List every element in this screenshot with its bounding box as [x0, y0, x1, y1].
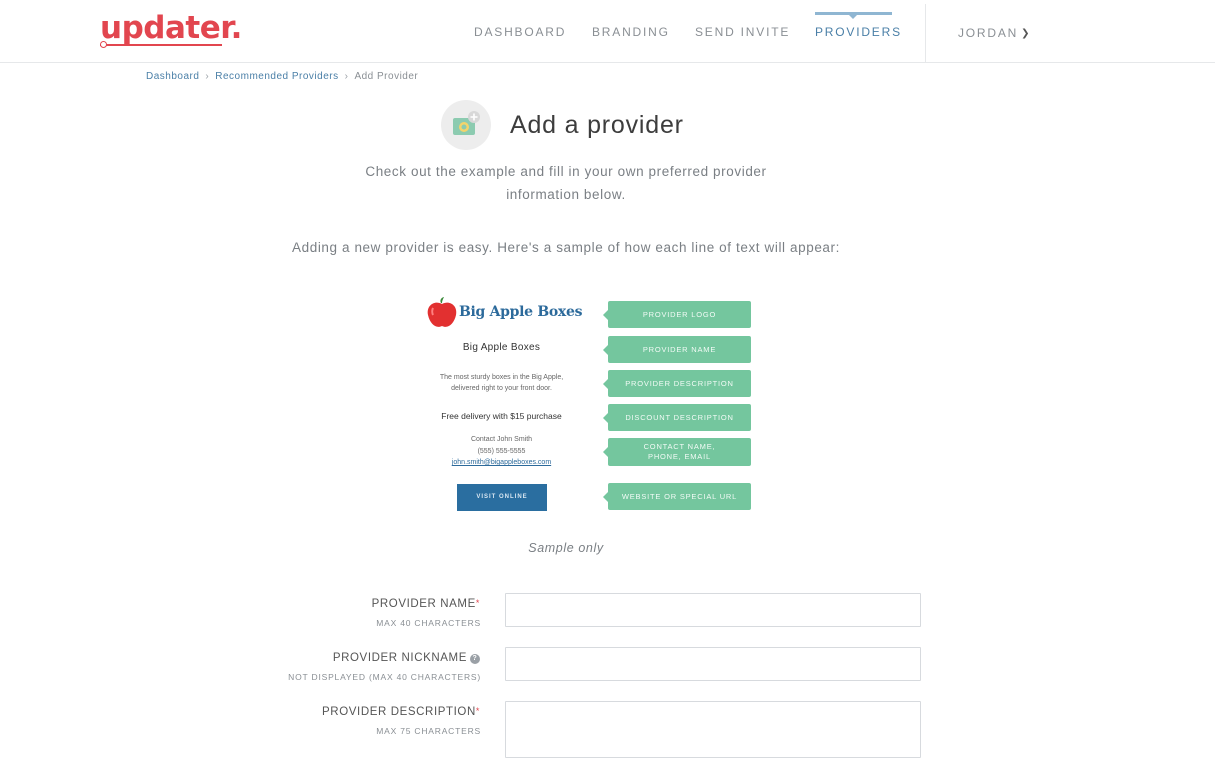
provider-nickname-label-text: PROVIDER NICKNAME — [332, 652, 467, 664]
page-title: Add a provider — [510, 111, 684, 139]
sample-description-line: The most sturdy boxes in the Big Apple, — [439, 374, 564, 381]
sample-discount: Free delivery with $15 purchase — [441, 411, 562, 421]
question-icon[interactable]: ? — [470, 654, 480, 664]
provider-name-hint: MAX 40 CHARACTERS — [376, 618, 481, 628]
provider-name-label: PROVIDER NAME* — [0, 598, 480, 610]
logo-underline — [100, 41, 222, 48]
tag-contact: CONTACT NAME, PHONE, EMAIL — [603, 438, 751, 466]
sample-description-line: delivered right to your front door. — [451, 385, 552, 392]
sample-brand-name: Big Apple Boxes — [459, 304, 583, 320]
breadcrumb-current: Add Provider — [354, 71, 419, 82]
breadcrumb: Dashboard › Recommended Providers › Add Prov… — [146, 71, 418, 82]
updater-logo[interactable]: updater. — [100, 10, 242, 46]
apple-icon — [427, 297, 457, 327]
required-marker: * — [475, 598, 480, 608]
user-menu[interactable]: JORDAN ❯ — [958, 26, 1031, 40]
sample-contact-phone: (555) 555-5555 — [477, 447, 526, 455]
nav-dashboard[interactable]: DASHBOARD — [474, 25, 566, 39]
provider-description-hint: MAX 75 CHARACTERS — [376, 726, 481, 736]
provider-description-textarea[interactable] — [505, 701, 921, 758]
sample-lead-text: Adding a new provider is easy. Here's a … — [292, 240, 840, 255]
sample-contact-name: Contact John Smith — [470, 436, 533, 443]
tag-discount-description: DISCOUNT DESCRIPTION — [603, 404, 751, 431]
breadcrumb-separator: › — [344, 71, 349, 82]
provider-description-label-text: PROVIDER DESCRIPTION — [322, 706, 476, 718]
provider-nickname-hint: NOT DISPLAYED (MAX 40 CHARACTERS) — [288, 672, 481, 682]
provider-name-label-text: PROVIDER NAME — [371, 598, 476, 610]
sample-contact: Contact John Smith (555) 555-5555 john.s… — [420, 434, 583, 469]
tag-website-url: WEBSITE OR SPECIAL URL — [603, 483, 751, 510]
breadcrumb-recommended-providers[interactable]: Recommended Providers — [215, 71, 338, 82]
intro-text: Check out the example and fill in your o… — [365, 164, 767, 202]
nav-branding[interactable]: BRANDING — [592, 25, 670, 39]
provider-nickname-label: PROVIDER NICKNAME? — [0, 652, 480, 665]
sample-only-note: Sample only — [528, 541, 604, 555]
sample-provider-name: Big Apple Boxes — [462, 342, 541, 353]
sample-contact-email: john.smith@bigappleboxes.com — [451, 459, 552, 466]
breadcrumb-separator: › — [205, 71, 210, 82]
sample-description: The most sturdy boxes in the Big Apple, … — [416, 372, 587, 394]
nav-send-invite[interactable]: SEND INVITE — [695, 25, 790, 39]
top-nav-bar: updater. DASHBOARD BRANDING SEND INVITE … — [0, 0, 1215, 63]
user-name: JORDAN — [958, 26, 1019, 40]
tag-provider-description: PROVIDER DESCRIPTION — [603, 370, 751, 397]
breadcrumb-dashboard[interactable]: Dashboard — [146, 71, 199, 82]
tag-provider-logo: PROVIDER LOGO — [603, 301, 751, 328]
nav-active-indicator — [815, 12, 892, 19]
sample-visit-online-button: VISIT ONLINE — [457, 484, 547, 511]
nav-divider — [925, 4, 926, 62]
add-photo-icon — [441, 100, 491, 150]
provider-name-input[interactable] — [505, 593, 921, 627]
provider-nickname-input[interactable] — [505, 647, 921, 681]
nav-providers[interactable]: PROVIDERS — [815, 25, 902, 39]
chevron-down-icon: ❯ — [1021, 28, 1032, 39]
required-marker: * — [475, 706, 480, 716]
provider-description-label: PROVIDER DESCRIPTION* — [0, 706, 480, 718]
tag-provider-name: PROVIDER NAME — [603, 336, 751, 363]
